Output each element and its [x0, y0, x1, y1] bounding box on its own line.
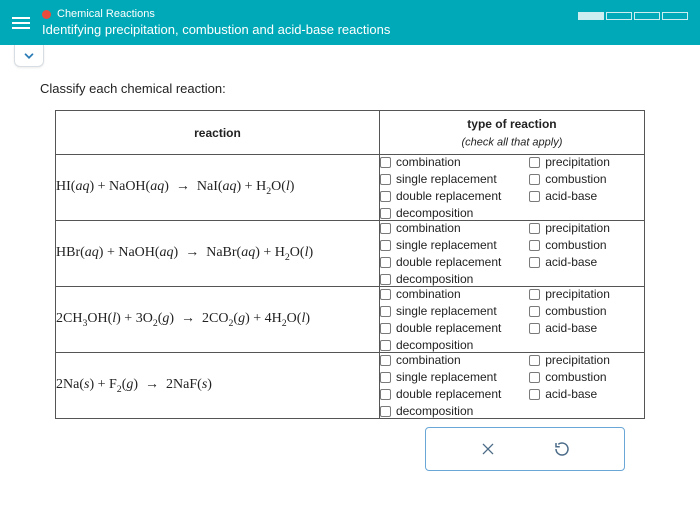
checkbox-combustion[interactable] [529, 306, 540, 317]
chevron-down-icon [22, 49, 36, 63]
checkbox-precipitation[interactable] [529, 157, 540, 168]
checkbox-double-replacement[interactable] [380, 389, 391, 400]
clear-button[interactable] [477, 438, 499, 460]
expand-toggle[interactable] [14, 45, 44, 67]
checkbox-acid-base[interactable] [529, 389, 540, 400]
option-label: acid-base [545, 189, 597, 203]
option-label: acid-base [545, 321, 597, 335]
page-title: Identifying precipitation, combustion an… [42, 22, 390, 37]
option-label: combination [396, 353, 461, 367]
option-label: precipitation [545, 353, 610, 367]
option-label: decomposition [396, 404, 473, 418]
checkbox-precipitation[interactable] [529, 355, 540, 366]
close-icon [480, 441, 496, 457]
status-dot-icon [42, 10, 51, 19]
option-label: double replacement [396, 255, 501, 269]
table-row: HBr(aq) + NaOH(aq) → NaBr(aq) + H2O(l) c… [56, 221, 645, 287]
option-label: precipitation [545, 221, 610, 235]
option-label: combination [396, 155, 461, 169]
option-label: single replacement [396, 304, 497, 318]
option-label: acid-base [545, 387, 597, 401]
checkbox-single-replacement[interactable] [380, 240, 391, 251]
table-row: 2Na(s) + F2(g) → 2NaF(s) combination pre… [56, 353, 645, 419]
breadcrumb-label: Chemical Reactions [57, 8, 155, 20]
checkbox-double-replacement[interactable] [380, 191, 391, 202]
option-label: decomposition [396, 206, 473, 220]
col-header-reaction: reaction [56, 111, 380, 155]
checkbox-acid-base[interactable] [529, 257, 540, 268]
question-prompt: Classify each chemical reaction: [40, 81, 680, 96]
option-label: combustion [545, 172, 606, 186]
checkbox-acid-base[interactable] [529, 323, 540, 334]
options-cell: combination precipitation single replace… [379, 221, 644, 287]
checkbox-combination[interactable] [380, 289, 391, 300]
checkbox-combination[interactable] [380, 355, 391, 366]
option-label: double replacement [396, 189, 501, 203]
checkbox-double-replacement[interactable] [380, 257, 391, 268]
top-bar: Chemical Reactions Identifying precipita… [0, 0, 700, 45]
checkbox-decomposition[interactable] [380, 406, 391, 417]
checkbox-single-replacement[interactable] [380, 372, 391, 383]
checkbox-combustion[interactable] [529, 372, 540, 383]
reaction-cell: 2CH3OH(l) + 3O2(g) → 2CO2(g) + 4H2O(l) [56, 287, 380, 353]
reaction-cell: HI(aq) + NaOH(aq) → NaI(aq) + H2O(l) [56, 155, 380, 221]
reset-button[interactable] [551, 438, 573, 460]
option-label: decomposition [396, 338, 473, 352]
table-row: 2CH3OH(l) + 3O2(g) → 2CO2(g) + 4H2O(l) c… [56, 287, 645, 353]
checkbox-precipitation[interactable] [529, 289, 540, 300]
checkbox-combustion[interactable] [529, 240, 540, 251]
option-label: single replacement [396, 172, 497, 186]
option-label: acid-base [545, 255, 597, 269]
breadcrumb: Chemical Reactions [42, 8, 390, 20]
options-cell: combination precipitation single replace… [379, 353, 644, 419]
options-cell: combination precipitation single replace… [379, 155, 644, 221]
option-label: combination [396, 221, 461, 235]
option-label: combustion [545, 370, 606, 384]
menu-icon[interactable] [12, 17, 30, 29]
option-label: precipitation [545, 155, 610, 169]
checkbox-decomposition[interactable] [380, 274, 391, 285]
reaction-cell: HBr(aq) + NaOH(aq) → NaBr(aq) + H2O(l) [56, 221, 380, 287]
checkbox-combination[interactable] [380, 223, 391, 234]
checkbox-decomposition[interactable] [380, 208, 391, 219]
undo-icon [553, 440, 571, 458]
progress-bar [578, 12, 688, 20]
content-area: Classify each chemical reaction: reactio… [0, 67, 700, 477]
option-label: single replacement [396, 370, 497, 384]
checkbox-decomposition[interactable] [380, 340, 391, 351]
option-label: single replacement [396, 238, 497, 252]
checkbox-combination[interactable] [380, 157, 391, 168]
options-cell: combination precipitation single replace… [379, 287, 644, 353]
checkbox-double-replacement[interactable] [380, 323, 391, 334]
option-label: combustion [545, 238, 606, 252]
option-label: combustion [545, 304, 606, 318]
reaction-cell: 2Na(s) + F2(g) → 2NaF(s) [56, 353, 380, 419]
option-label: combination [396, 287, 461, 301]
action-bar [425, 427, 625, 471]
checkbox-single-replacement[interactable] [380, 306, 391, 317]
reaction-table: reaction type of reaction (check all tha… [55, 110, 645, 419]
checkbox-single-replacement[interactable] [380, 174, 391, 185]
table-row: HI(aq) + NaOH(aq) → NaI(aq) + H2O(l) com… [56, 155, 645, 221]
option-label: double replacement [396, 321, 501, 335]
checkbox-acid-base[interactable] [529, 191, 540, 202]
option-label: double replacement [396, 387, 501, 401]
option-label: decomposition [396, 272, 473, 286]
col-header-type: type of reaction (check all that apply) [379, 111, 644, 155]
option-label: precipitation [545, 287, 610, 301]
checkbox-precipitation[interactable] [529, 223, 540, 234]
checkbox-combustion[interactable] [529, 174, 540, 185]
